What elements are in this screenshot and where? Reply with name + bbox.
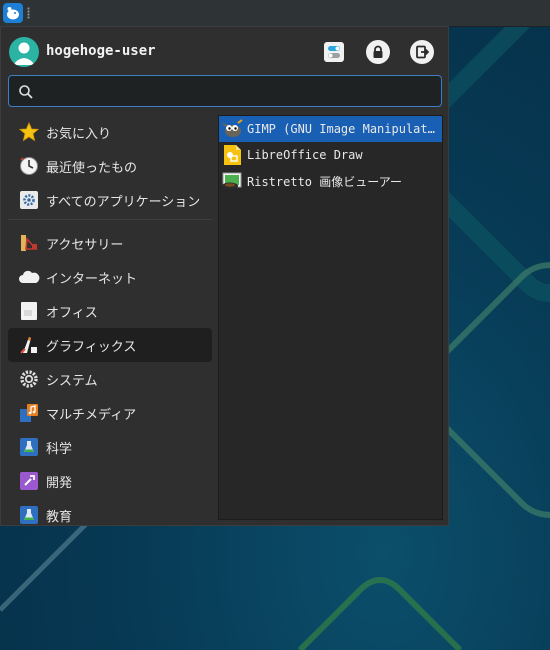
category-recent[interactable]: 最近使ったもの bbox=[8, 149, 212, 183]
ristretto-icon bbox=[221, 170, 243, 192]
whisker-menu-button[interactable] bbox=[3, 3, 23, 23]
category-label: 最近使ったもの bbox=[46, 160, 138, 176]
development-icon bbox=[18, 470, 40, 492]
cloud-icon bbox=[18, 266, 40, 288]
app-item-gimp[interactable]: GIMP (GNU Image Manipulat… bbox=[219, 116, 442, 142]
application-list: GIMP (GNU Image Manipulat… LibreOffice D… bbox=[218, 115, 443, 520]
app-item-libreoffice-draw[interactable]: LibreOffice Draw bbox=[219, 142, 442, 168]
whisker-menu: hogehoge-user お気に入り 最近使ったもの すべてのアプリケーション… bbox=[0, 26, 449, 526]
category-favorites[interactable]: お気に入り bbox=[8, 115, 212, 149]
logout-icon bbox=[416, 45, 429, 59]
category-label: マルチメディア bbox=[46, 407, 137, 423]
settings-toggle-icon bbox=[324, 42, 344, 62]
accessories-icon bbox=[18, 232, 40, 254]
search-icon bbox=[19, 85, 33, 99]
star-icon bbox=[18, 121, 40, 143]
category-label: インターネット bbox=[46, 271, 138, 287]
lock-screen-button[interactable] bbox=[366, 40, 390, 64]
category-label: オフィス bbox=[46, 305, 98, 321]
app-label: Ristretto 画像ビューアー bbox=[247, 174, 403, 189]
category-label: お気に入り bbox=[46, 126, 112, 142]
category-label: アクセサリー bbox=[46, 237, 124, 253]
system-gear-icon bbox=[18, 368, 40, 390]
category-development[interactable]: 開発 bbox=[8, 464, 212, 498]
category-list: お気に入り 最近使ったもの すべてのアプリケーション アクセサリー インターネッ… bbox=[8, 115, 212, 532]
category-label: 教育 bbox=[46, 509, 73, 525]
gimp-icon bbox=[221, 118, 243, 140]
graphics-icon bbox=[18, 334, 40, 356]
logout-button[interactable] bbox=[410, 40, 434, 64]
gear-icon bbox=[18, 189, 40, 211]
app-label: LibreOffice Draw bbox=[247, 148, 363, 162]
menu-header: hogehoge-user bbox=[9, 37, 441, 67]
category-internet[interactable]: インターネット bbox=[8, 260, 212, 294]
multimedia-icon bbox=[18, 402, 40, 424]
category-label: 科学 bbox=[46, 441, 73, 457]
user-name: hogehoge-user bbox=[46, 43, 156, 59]
office-icon bbox=[18, 300, 40, 322]
science-flask-icon bbox=[18, 436, 40, 458]
libreoffice-draw-icon bbox=[221, 144, 243, 166]
category-system[interactable]: システム bbox=[8, 362, 212, 396]
category-office[interactable]: オフィス bbox=[8, 294, 212, 328]
education-icon bbox=[18, 504, 40, 526]
search-input[interactable] bbox=[41, 80, 435, 104]
category-label: システム bbox=[46, 373, 98, 389]
category-multimedia[interactable]: マルチメディア bbox=[8, 396, 212, 430]
xfce-mouse-icon bbox=[7, 7, 19, 20]
category-accessories[interactable]: アクセサリー bbox=[8, 226, 212, 260]
user-avatar-icon bbox=[9, 37, 39, 67]
category-all-applications[interactable]: すべてのアプリケーション bbox=[8, 183, 212, 217]
clock-icon bbox=[18, 155, 40, 177]
search-box[interactable] bbox=[8, 75, 442, 107]
panel-handle-icon[interactable] bbox=[27, 7, 30, 19]
app-label: GIMP (GNU Image Manipulat… bbox=[247, 122, 435, 136]
category-label: すべてのアプリケーション bbox=[46, 194, 201, 210]
top-panel bbox=[0, 0, 550, 27]
lock-icon bbox=[373, 45, 383, 58]
category-label: 開発 bbox=[46, 475, 73, 491]
category-science[interactable]: 科学 bbox=[8, 430, 212, 464]
category-graphics[interactable]: グラフィックス bbox=[8, 328, 212, 362]
settings-button[interactable] bbox=[322, 40, 346, 64]
app-item-ristretto[interactable]: Ristretto 画像ビューアー bbox=[219, 168, 442, 194]
category-separator bbox=[8, 219, 212, 220]
category-education[interactable]: 教育 bbox=[8, 498, 212, 532]
category-label: グラフィックス bbox=[46, 339, 137, 355]
